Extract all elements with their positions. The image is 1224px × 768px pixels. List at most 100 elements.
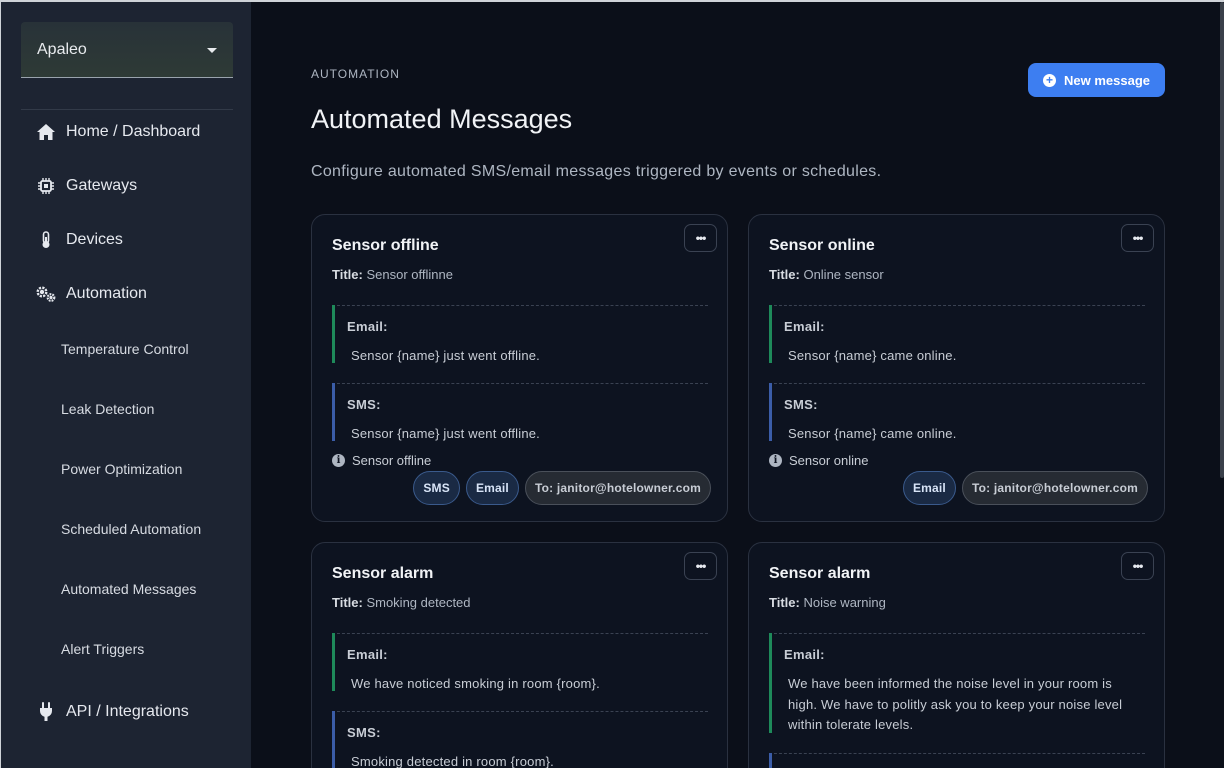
message-card: Sensor online Title: Online sensor ••• E… (748, 214, 1165, 522)
page-title: Automated Messages (311, 104, 573, 134)
nav-item-api-integrations[interactable]: API / Integrations (35, 697, 189, 727)
sms-message-block (769, 753, 1145, 768)
new-message-button-label: New message (1064, 72, 1150, 88)
sidebar-subitem-leak-detection[interactable]: Leak Detection (61, 397, 154, 421)
card-name: Sensor alarm (769, 565, 871, 582)
card-title-value: Noise warning (803, 595, 886, 610)
recipient-chip[interactable]: To: janitor@hotelowner.com (524, 471, 711, 505)
sms-text: Smoking detected in room {room}. (351, 754, 554, 768)
trigger-info: i Sensor online (769, 453, 869, 468)
email-message-block: Email: We have been informed the noise l… (769, 633, 1145, 733)
sidebar-subitem-label: Temperature Control (61, 341, 189, 357)
card-title-value: Smoking detected (366, 595, 471, 610)
title-label: Title: (332, 595, 363, 610)
nav-item-label: Gateways (66, 177, 138, 194)
card-title-value: Online sensor (803, 267, 884, 282)
title-label: Title: (769, 595, 800, 610)
sidebar-subitem-label: Power Optimization (61, 461, 183, 477)
nav-item-home[interactable]: Home / Dashboard (35, 117, 200, 147)
trigger-text: Sensor online (789, 453, 869, 468)
email-text: Sensor {name} came online. (788, 348, 957, 363)
organization-select[interactable]: Apaleo (21, 22, 233, 78)
sidebar-subitem-power-optimization[interactable]: Power Optimization (61, 457, 182, 481)
chip-row: SMS Email To: janitor@hotelowner.com (413, 471, 711, 505)
card-title-line: Title: Noise warning (769, 595, 886, 610)
more-options-button[interactable]: ••• (1121, 224, 1154, 252)
email-label: Email: (347, 319, 388, 334)
email-label: Email: (784, 319, 825, 334)
caret-down-icon (207, 48, 217, 53)
sms-label: SMS: (347, 725, 381, 740)
page-description: Configure automated SMS/email messages t… (311, 163, 882, 180)
email-text: Sensor {name} just went offline. (351, 348, 540, 363)
breadcrumb: AUTOMATION (311, 67, 400, 81)
sidebar: Apaleo Home / Dashboard Gateways Devices (1, 2, 251, 768)
card-title-line: Title: Smoking detected (332, 595, 471, 610)
sms-message-block: SMS: Sensor {name} came online. (769, 383, 1145, 441)
nav-item-gateways[interactable]: Gateways (35, 171, 137, 201)
thermometer-icon (35, 229, 57, 251)
more-horizontal-icon: ••• (1132, 559, 1144, 573)
sidebar-subitem-automated-messages[interactable]: Automated Messages (61, 577, 196, 601)
main-content: AUTOMATION Automated Messages Configure … (251, 2, 1224, 768)
sidebar-subitem-temperature-control[interactable]: Temperature Control (61, 337, 189, 361)
sidebar-subitem-label: Alert Triggers (61, 641, 145, 657)
plug-icon (35, 701, 57, 723)
email-text: We have noticed smoking in room {room}. (351, 676, 600, 691)
email-message-block: Email: Sensor {name} just went offline. (332, 305, 708, 363)
title-label: Title: (769, 267, 800, 282)
sms-label: SMS: (347, 397, 381, 412)
channel-chip-email[interactable]: Email (902, 471, 956, 505)
organization-select-value: Apaleo (37, 40, 87, 58)
more-options-button[interactable]: ••• (1121, 552, 1154, 580)
sms-label: SMS: (784, 397, 818, 412)
info-icon: i (769, 454, 782, 467)
message-card: Sensor offline Title: Sensor offlinne ••… (311, 214, 728, 522)
more-options-button[interactable]: ••• (684, 224, 717, 252)
card-name: Sensor online (769, 237, 875, 254)
sidebar-subitem-scheduled-automation[interactable]: Scheduled Automation (61, 517, 201, 541)
nav-item-label: Automation (66, 285, 147, 302)
card-name: Sensor alarm (332, 565, 434, 582)
channel-chip-email[interactable]: Email (465, 471, 519, 505)
email-label: Email: (784, 647, 825, 662)
sidebar-divider (21, 109, 233, 110)
email-message-block: Email: We have noticed smoking in room {… (332, 633, 708, 691)
nav-item-devices[interactable]: Devices (35, 225, 123, 255)
nav-item-label: API / Integrations (66, 703, 189, 720)
sidebar-subitem-label: Leak Detection (61, 401, 155, 417)
card-name: Sensor offline (332, 237, 439, 254)
title-label: Title: (332, 267, 363, 282)
message-card: Sensor alarm Title: Smoking detected •••… (311, 542, 728, 768)
more-horizontal-icon: ••• (695, 559, 707, 573)
channel-chip-sms[interactable]: SMS (413, 471, 460, 505)
nav-item-automation[interactable]: Automation (35, 279, 147, 309)
sms-text: Sensor {name} just went offline. (351, 426, 540, 441)
home-icon (35, 121, 57, 143)
sidebar-subitem-label: Automated Messages (61, 581, 197, 597)
sidebar-subitem-label: Scheduled Automation (61, 521, 202, 537)
trigger-text: Sensor offline (352, 453, 432, 468)
nav-item-label: Devices (66, 231, 123, 248)
card-title-line: Title: Sensor offlinne (332, 267, 453, 282)
recipient-chip[interactable]: To: janitor@hotelowner.com (961, 471, 1148, 505)
more-horizontal-icon: ••• (695, 231, 707, 245)
new-message-button[interactable]: + New message (1028, 63, 1165, 97)
message-card: Sensor alarm Title: Noise warning ••• Em… (748, 542, 1165, 768)
more-options-button[interactable]: ••• (684, 552, 717, 580)
sms-text: Sensor {name} came online. (788, 426, 957, 441)
plus-circle-icon: + (1043, 73, 1056, 87)
sms-message-block: SMS: Smoking detected in room {room}. (332, 711, 708, 768)
email-message-block: Email: Sensor {name} came online. (769, 305, 1145, 363)
nav-item-label: Home / Dashboard (66, 123, 201, 140)
email-text: We have been informed the noise level in… (788, 676, 1123, 732)
sidebar-subitem-alert-triggers[interactable]: Alert Triggers (61, 637, 144, 661)
card-title-value: Sensor offlinne (366, 267, 453, 282)
more-horizontal-icon: ••• (1132, 231, 1144, 245)
trigger-info: i Sensor offline (332, 453, 431, 468)
scrollbar[interactable] (1220, 2, 1224, 478)
gears-icon (35, 283, 57, 305)
sms-message-block: SMS: Sensor {name} just went offline. (332, 383, 708, 441)
chip-row: Email To: janitor@hotelowner.com (902, 471, 1148, 505)
info-icon: i (332, 454, 345, 467)
